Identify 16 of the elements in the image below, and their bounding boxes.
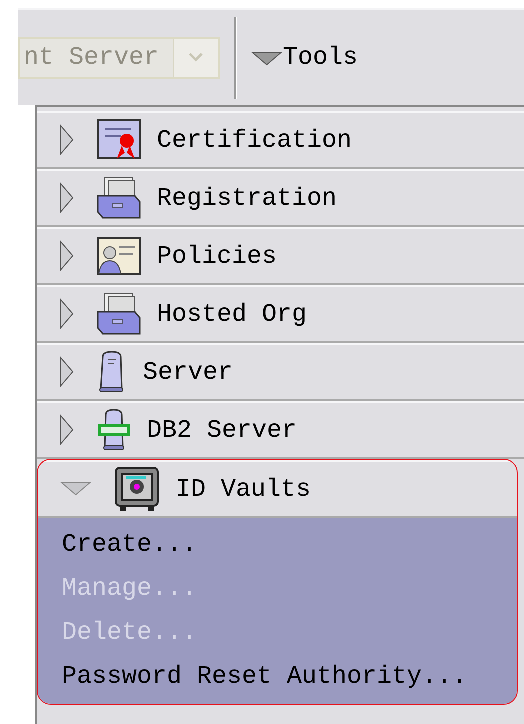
card-file-icon (97, 292, 141, 336)
menu-item[interactable]: Create... (38, 522, 517, 566)
section-header[interactable]: Hosted Org (37, 285, 524, 343)
safe-icon (114, 466, 160, 512)
section-header[interactable]: Server (37, 343, 524, 401)
section-header[interactable]: DB2 Server (37, 401, 524, 459)
person-document-icon (97, 237, 141, 275)
database-server-icon (97, 409, 131, 451)
tools-menu-button[interactable]: Tools (251, 43, 358, 72)
section-header[interactable]: Policies (37, 227, 524, 285)
menu-item[interactable]: Password Reset Authority... (38, 654, 517, 698)
dropdown-chevron-icon (173, 38, 218, 76)
section-header[interactable]: Certification (37, 111, 524, 169)
certificate-icon (97, 119, 141, 161)
card-file-icon (97, 176, 141, 220)
section-header[interactable]: Registration (37, 169, 524, 227)
